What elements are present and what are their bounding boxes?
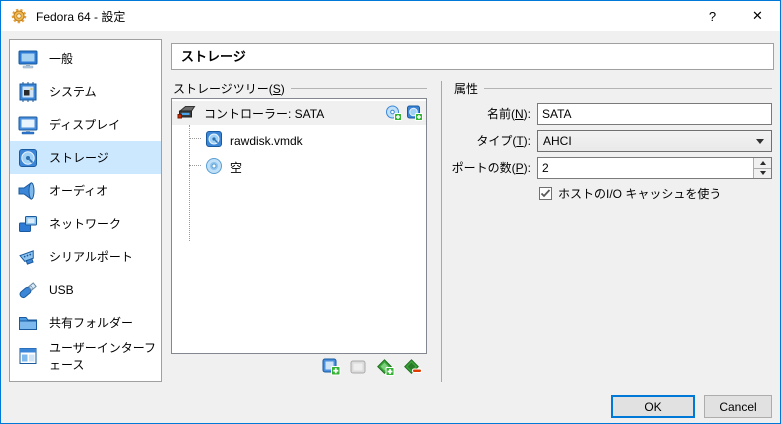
close-button[interactable]: ✕	[735, 1, 780, 31]
group-rule	[290, 88, 427, 89]
check-icon	[540, 189, 551, 198]
port-count-spinner	[537, 157, 772, 179]
ok-button[interactable]: OK	[611, 395, 695, 418]
host-cache-label: ホストのI/O キャッシュを使う	[558, 187, 722, 201]
sidebar-item-label: システム	[49, 85, 97, 99]
tree-row-controller-sata[interactable]: コントローラー: SATA	[172, 101, 426, 125]
system-icon	[15, 79, 41, 105]
name-input[interactable]	[537, 103, 772, 125]
chevron-down-icon	[756, 139, 764, 144]
gear-icon	[11, 8, 27, 24]
attributes-group-label: 属性	[454, 81, 772, 96]
spinner-up-button[interactable]	[754, 158, 771, 168]
port-count-label: ポートの数(P):	[451, 161, 531, 175]
add-optical-drive-button[interactable]	[384, 104, 402, 122]
sidebar-item-label: ネットワーク	[49, 217, 122, 231]
add-attachment-button[interactable]	[375, 357, 395, 377]
remove-attachment-button[interactable]	[402, 357, 422, 377]
sidebar-item-label: シリアルポート	[49, 250, 133, 264]
display-icon	[15, 112, 41, 138]
type-label: タイプ(T):	[476, 134, 531, 148]
sidebar-item-label: ディスプレイ	[49, 118, 121, 132]
storage-tree-toolbar	[321, 357, 422, 377]
sidebar-item-storage[interactable]: ストレージ	[10, 141, 161, 174]
title-bar: Fedora 64 - 設定 ? ✕	[1, 1, 780, 31]
sidebar-item-network[interactable]: ネットワーク	[10, 207, 161, 240]
help-button[interactable]: ?	[690, 1, 735, 31]
settings-window: Fedora 64 - 設定 ? ✕ 一般 システム ディスプレイ ストレージ …	[0, 0, 781, 424]
sata-controller-icon	[177, 103, 197, 123]
sidebar-item-label: ストレージ	[49, 151, 109, 165]
tree-row-label: 空	[230, 161, 243, 175]
audio-icon	[15, 178, 41, 204]
sidebar-item-usb[interactable]: USB	[10, 273, 161, 306]
sidebar-item-label: オーディオ	[49, 184, 109, 198]
hard-disk-icon	[205, 130, 223, 151]
host-cache-checkbox[interactable]	[539, 187, 552, 200]
storage-tree-group-text: ストレージツリー(S)	[173, 81, 285, 96]
sidebar-item-label: USB	[49, 282, 74, 297]
tree-row-rawdisk[interactable]: rawdisk.vmdk	[172, 127, 426, 154]
tree-row-label: コントローラー: SATA	[204, 106, 325, 121]
port-count-input[interactable]	[537, 157, 772, 179]
sidebar-item-general[interactable]: 一般	[10, 42, 161, 75]
window-title: Fedora 64 - 設定	[36, 9, 126, 24]
sidebar-item-user-interface[interactable]: ユーザーインターフェース	[10, 339, 161, 372]
controller-actions	[384, 104, 423, 122]
triangle-down-icon	[759, 171, 766, 176]
sidebar-item-system[interactable]: システム	[10, 75, 161, 108]
remove-controller-button[interactable]	[348, 357, 368, 377]
storage-tree: コントローラー: SATA rawdisk.vmdk 空	[171, 98, 427, 354]
network-icon	[15, 211, 41, 237]
sidebar-item-label: 共有フォルダー	[49, 316, 134, 330]
attributes-group-text: 属性	[454, 81, 479, 96]
general-icon	[15, 46, 41, 72]
triangle-up-icon	[759, 160, 766, 165]
shared-folders-icon	[15, 310, 41, 336]
usb-icon	[15, 277, 41, 303]
add-controller-button[interactable]	[321, 357, 341, 377]
group-rule	[484, 88, 772, 89]
host-cache-row: ホストのI/O キャッシュを使う	[539, 185, 721, 202]
name-label: 名前(N):	[486, 107, 531, 121]
sidebar-item-audio[interactable]: オーディオ	[10, 174, 161, 207]
sidebar-item-display[interactable]: ディスプレイ	[10, 108, 161, 141]
user-interface-icon	[15, 343, 41, 369]
cancel-button[interactable]: Cancel	[704, 395, 772, 418]
storage-icon	[15, 145, 41, 171]
sidebar-item-label: ユーザーインターフェース	[49, 340, 157, 372]
tree-row-empty-optical[interactable]: 空	[172, 154, 426, 181]
sidebar-item-label: 一般	[49, 52, 74, 66]
tree-row-label: rawdisk.vmdk	[230, 133, 303, 148]
spinner-down-button[interactable]	[754, 167, 771, 178]
page-title: ストレージ	[171, 43, 774, 70]
sidebar-item-serial-ports[interactable]: シリアルポート	[10, 240, 161, 273]
optical-disc-icon	[205, 157, 223, 178]
type-dropdown[interactable]: AHCI	[537, 130, 772, 152]
serial-port-icon	[15, 244, 41, 270]
panel-separator	[441, 81, 442, 382]
type-dropdown-value: AHCI	[543, 134, 572, 148]
storage-tree-group-label: ストレージツリー(S)	[173, 81, 427, 96]
spinner-buttons	[753, 158, 771, 178]
settings-category-list: 一般 システム ディスプレイ ストレージ オーディオ ネットワーク シリアルポー…	[9, 39, 162, 382]
sidebar-item-shared-folders[interactable]: 共有フォルダー	[10, 306, 161, 339]
